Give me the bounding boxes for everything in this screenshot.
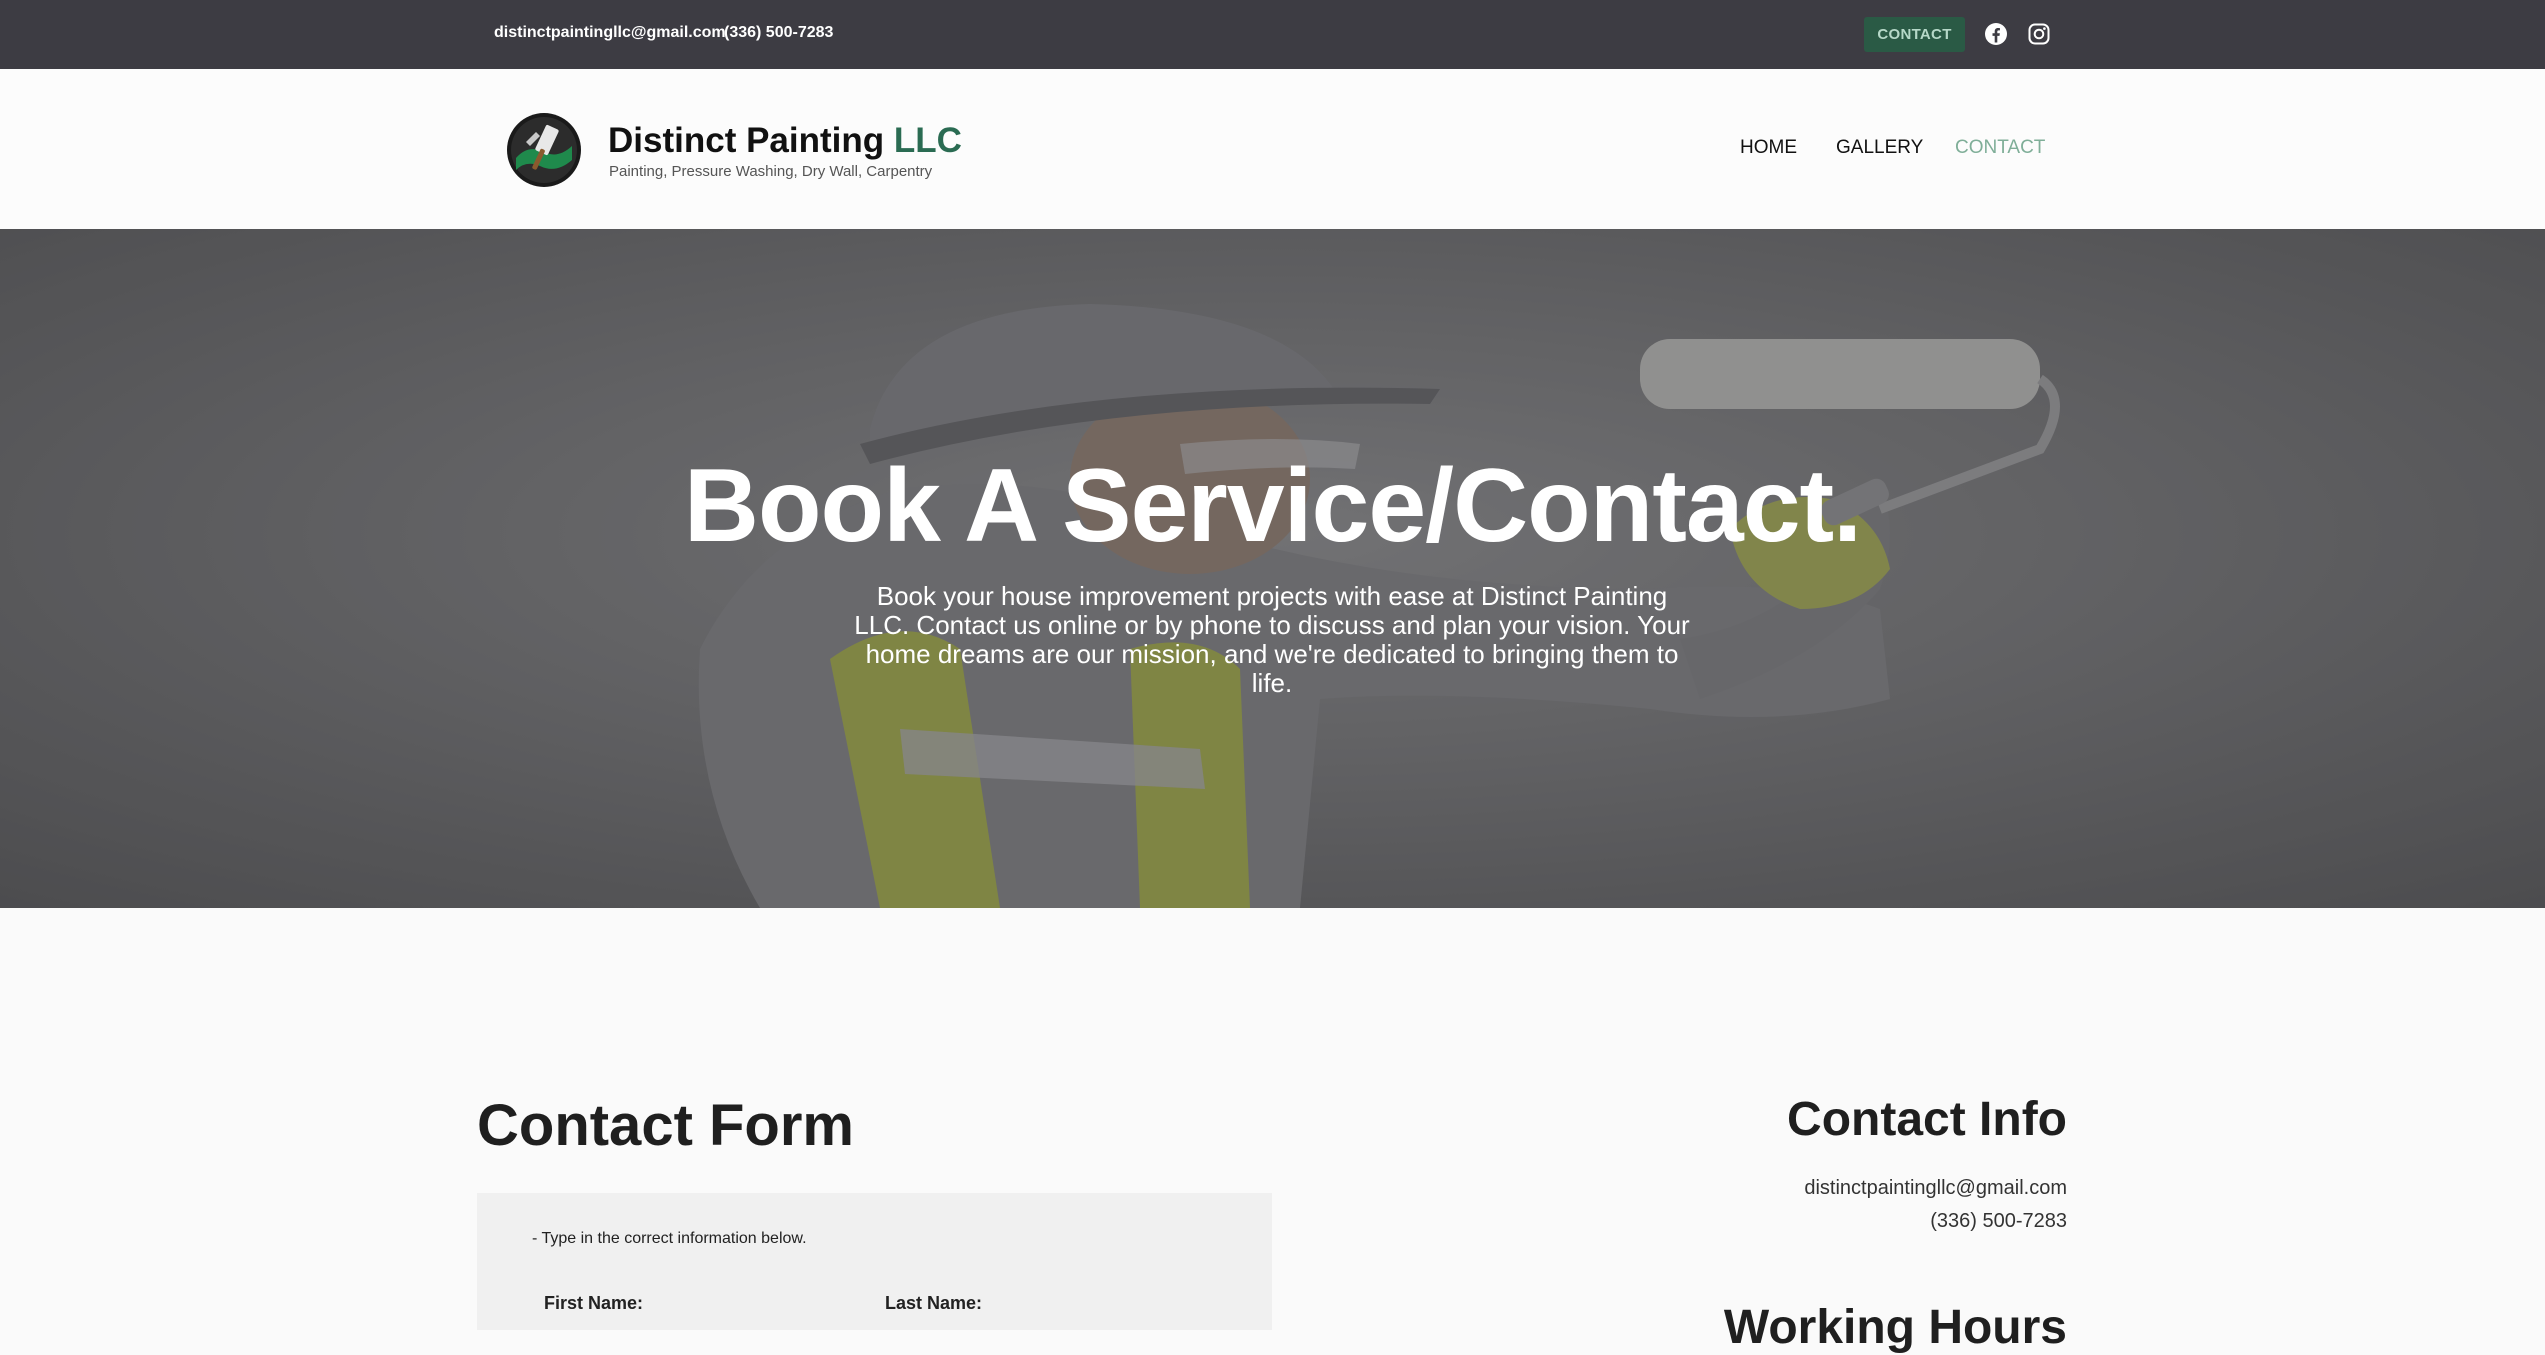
working-hours-title: Working Hours <box>1723 1301 2067 1354</box>
contact-info-title: Contact Info <box>1787 1093 2067 1146</box>
nav-home[interactable]: HOME <box>1740 137 1797 159</box>
nav-contact[interactable]: CONTACT <box>1955 137 2045 159</box>
topbar-email-link[interactable]: distinctpaintingllc@gmail.com <box>494 24 726 42</box>
contact-info-email[interactable]: distinctpaintingllc@gmail.com <box>1804 1177 2067 1200</box>
facebook-icon[interactable] <box>1984 22 2008 46</box>
nav-gallery[interactable]: GALLERY <box>1836 137 1923 159</box>
brand-suffix: LLC <box>893 121 962 160</box>
hero-banner: Book A Service/Contact. Book your house … <box>0 229 2545 908</box>
brand-name-text: Distinct Painting <box>608 121 885 160</box>
instagram-icon[interactable] <box>2027 22 2051 46</box>
topbar-contact-button[interactable]: CONTACT <box>1864 17 1965 52</box>
hero-title: Book A Service/Contact. <box>683 448 1862 564</box>
hero-description: Book your house improvement projects wit… <box>854 581 1690 698</box>
hero-overlay <box>0 229 2545 908</box>
topbar-phone-link[interactable]: (336) 500-7283 <box>724 24 833 42</box>
brand-tagline: Painting, Pressure Washing, Dry Wall, Ca… <box>609 163 933 180</box>
first-name-label: First Name: <box>544 1293 644 1313</box>
site-header: Distinct Painting LLC Painting, Pressure… <box>0 69 2545 229</box>
top-bar: distinctpaintingllc@gmail.com (336) 500-… <box>0 0 2545 69</box>
brand-name[interactable]: Distinct Painting LLC <box>608 121 962 161</box>
brand-logo[interactable] <box>506 112 582 188</box>
contact-info-phone[interactable]: (336) 500-7283 <box>1930 1210 2067 1233</box>
contact-form-card: - Type in the correct information below.… <box>477 1193 1272 1330</box>
last-name-label: Last Name: <box>885 1293 983 1313</box>
contact-form-title: Contact Form <box>477 1093 854 1158</box>
form-instruction: - Type in the correct information below. <box>532 1230 807 1247</box>
